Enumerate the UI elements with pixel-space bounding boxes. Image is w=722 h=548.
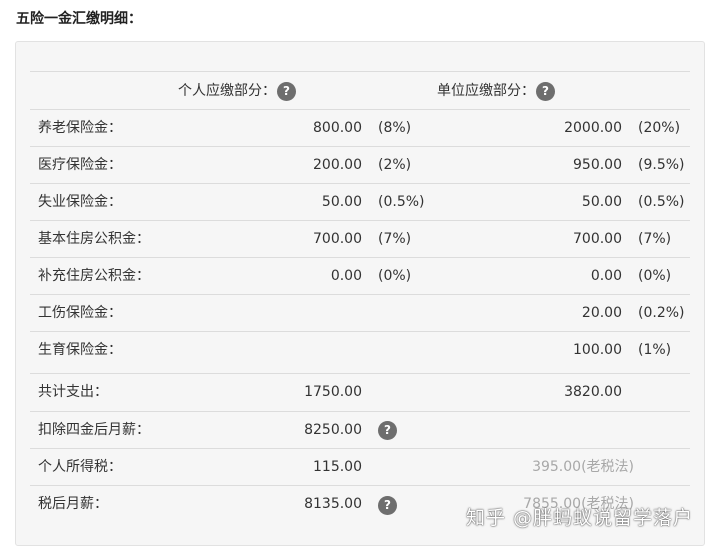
employer-amount: 50.00 — [581, 194, 622, 210]
row-label: 医疗保险金： — [38, 157, 122, 173]
total-employer: 3820.00 — [564, 384, 622, 400]
total-label: 共计支出： — [38, 384, 108, 400]
table-divider — [30, 146, 690, 147]
personal-amount: 800.00 — [313, 120, 362, 136]
net-salary-label: 税后月薪： — [38, 496, 108, 512]
table-divider — [30, 373, 690, 374]
employer-rate: (9.5%) — [638, 157, 685, 173]
employer-rate: (1%) — [638, 342, 672, 358]
personal-rate: (8%) — [378, 120, 412, 136]
watermark-text: 知乎 @胖蚂蚁说留学落户 — [466, 507, 694, 529]
personal-amount: 700.00 — [313, 231, 362, 247]
employer-rate: (0.5%) — [638, 194, 685, 210]
personal-rate: (0%) — [378, 268, 412, 284]
employer-rate: (0%) — [638, 268, 672, 284]
employer-amount: 700.00 — [573, 231, 622, 247]
personal-rate: (0.5%) — [378, 194, 425, 210]
table-divider — [30, 71, 690, 72]
table-divider — [30, 294, 690, 295]
help-icon-personal[interactable]: ? — [277, 82, 296, 101]
employer-header: 单位应缴部分： — [437, 83, 535, 99]
table-divider — [30, 220, 690, 221]
help-icon-employer[interactable]: ? — [536, 82, 555, 101]
employer-amount: 950.00 — [573, 157, 622, 173]
income-tax-old: 395.00(老税法) — [532, 459, 634, 475]
employer-amount: 20.00 — [581, 305, 622, 321]
row-label: 失业保险金： — [38, 194, 122, 210]
row-label: 养老保险金： — [38, 120, 122, 136]
personal-rate: (2%) — [378, 157, 412, 173]
total-personal: 1750.00 — [304, 384, 362, 400]
income-tax-label: 个人所得税： — [38, 459, 122, 475]
employer-amount: 0.00 — [590, 268, 622, 284]
personal-amount: 200.00 — [313, 157, 362, 173]
table-divider — [30, 257, 690, 258]
row-label: 基本住房公积金： — [38, 231, 150, 247]
personal-amount: 50.00 — [321, 194, 362, 210]
table-divider — [30, 331, 690, 332]
income-tax-value: 115.00 — [313, 459, 362, 475]
net-salary-value: 8135.00 — [304, 496, 362, 512]
personal-header: 个人应缴部分： — [178, 83, 276, 99]
table-divider — [30, 485, 690, 486]
personal-amount: 0.00 — [330, 268, 362, 284]
employer-rate: (20%) — [638, 120, 681, 136]
table-divider — [30, 448, 690, 449]
page-title: 五险一金汇缴明细： — [16, 11, 142, 27]
after-four-label: 扣除四金后月薪： — [38, 422, 150, 438]
after-four-value: 8250.00 — [304, 422, 362, 438]
help-icon-net-salary[interactable]: ? — [378, 496, 397, 515]
row-label: 工伤保险金： — [38, 305, 122, 321]
table-divider — [30, 109, 690, 110]
table-divider — [30, 183, 690, 184]
personal-rate: (7%) — [378, 231, 412, 247]
table-divider — [30, 411, 690, 412]
row-label: 生育保险金： — [38, 342, 122, 358]
employer-rate: (0.2%) — [638, 305, 685, 321]
employer-amount: 100.00 — [573, 342, 622, 358]
row-label: 补充住房公积金： — [38, 268, 150, 284]
employer-amount: 2000.00 — [564, 120, 622, 136]
employer-rate: (7%) — [638, 231, 672, 247]
help-icon-after-four[interactable]: ? — [378, 421, 397, 440]
